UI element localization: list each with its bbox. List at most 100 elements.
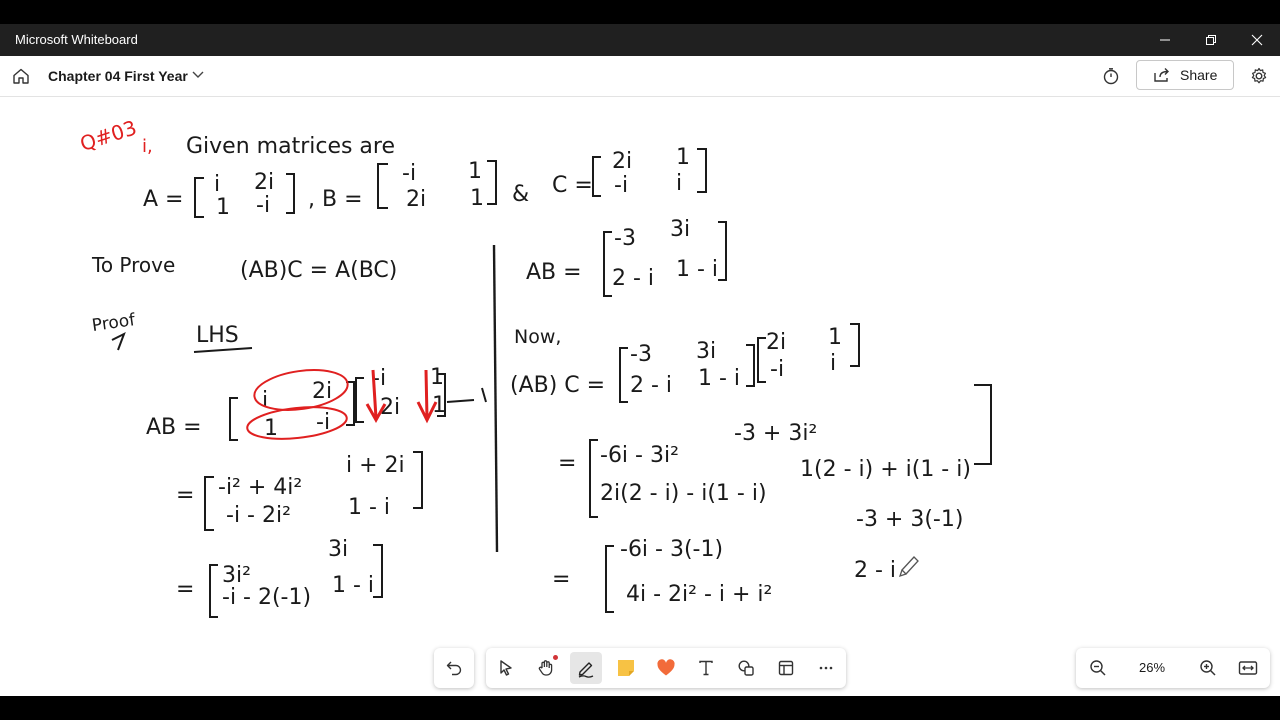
templates-icon bbox=[778, 660, 794, 676]
letterbox-bottom bbox=[0, 696, 1280, 720]
whiteboard-canvas[interactable]: Q#03 i, Given matrices are A = i 2i 1 -i… bbox=[0, 97, 1280, 696]
ink-eq-4: = bbox=[552, 567, 570, 592]
ink-step3-r2b: 1 - i bbox=[332, 573, 374, 598]
ink-abc-m2-r2b: i bbox=[830, 351, 836, 376]
ink-r3-r1a: -6i - 3(-1) bbox=[620, 537, 723, 562]
shapes-icon bbox=[738, 660, 754, 676]
zoom-level[interactable]: 26% bbox=[1134, 660, 1170, 675]
ink-ab2-r1b: 1 bbox=[430, 365, 444, 390]
ink-lhs-underline bbox=[193, 347, 253, 353]
ink-stray-marks bbox=[446, 387, 487, 403]
ink-r2-r2a: 2i(2 - i) - i(1 - i) bbox=[600, 481, 767, 506]
ink-r2-r1b: -3 + 3i² bbox=[734, 421, 817, 446]
sticky-note-tool[interactable] bbox=[610, 652, 642, 684]
ink-b11: -i bbox=[402, 161, 416, 186]
pen-tool[interactable] bbox=[570, 652, 602, 684]
ink-to-prove: To Prove bbox=[91, 253, 175, 277]
ink-step2-r2b: 1 - i bbox=[348, 495, 390, 520]
pen-cursor-icon bbox=[898, 556, 919, 578]
more-button[interactable] bbox=[810, 652, 842, 684]
ink-ab-r1a: i bbox=[262, 388, 268, 413]
ink-ab-label: AB = bbox=[146, 415, 202, 440]
ink-r3-r2a: 4i - 2i² - i + i² bbox=[626, 582, 772, 607]
ink-r3-r1b: -3 + 3(-1) bbox=[856, 507, 963, 532]
ink-r2-r1a: -6i - 3i² bbox=[600, 443, 679, 468]
reactions-tool[interactable] bbox=[650, 652, 682, 684]
ink-heading: Q#03 bbox=[77, 115, 140, 156]
ink-res-r2b: 1 - i bbox=[676, 257, 718, 282]
ink-a-label: A = bbox=[143, 187, 183, 212]
sticky-note-icon bbox=[618, 660, 634, 676]
reactions-icon bbox=[657, 659, 675, 676]
undo-icon bbox=[446, 661, 462, 676]
ink-c-label: C = bbox=[552, 173, 593, 198]
ink-c12: 1 bbox=[676, 145, 690, 170]
hand-tool-indicator bbox=[553, 655, 558, 660]
matrix-expansion2-bracket bbox=[605, 545, 614, 613]
ink-res-r1a: -3 bbox=[614, 226, 636, 251]
ink-r3-r2b: 2 - i bbox=[854, 558, 896, 583]
hand-icon bbox=[538, 660, 553, 676]
ink-abc-m1-r1b: 3i bbox=[696, 339, 716, 364]
zoom-toolbar: 26% bbox=[1076, 648, 1270, 688]
shapes-tool[interactable] bbox=[730, 652, 762, 684]
more-icon bbox=[819, 666, 833, 670]
zoom-in-button[interactable] bbox=[1192, 652, 1224, 684]
ink-lhs: LHS bbox=[196, 323, 239, 348]
ink-a22: -i bbox=[256, 193, 270, 218]
ink-b21: 2i bbox=[406, 187, 426, 212]
ink-abc-label: (AB) C = bbox=[510, 373, 605, 398]
select-tool[interactable] bbox=[490, 652, 522, 684]
pen-icon bbox=[578, 662, 594, 678]
ink-c22: i bbox=[676, 171, 682, 196]
ink-ab-r1b: 2i bbox=[312, 379, 332, 404]
fit-width-icon bbox=[1238, 661, 1258, 675]
ink-b-label: , B = bbox=[308, 187, 363, 212]
main-toolbar bbox=[486, 648, 846, 688]
ink-res-label: AB = bbox=[526, 260, 582, 285]
ink-abc-m1-r1a: -3 bbox=[630, 342, 652, 367]
text-tool[interactable] bbox=[690, 652, 722, 684]
ink-abc-m1-r2a: 2 - i bbox=[630, 373, 672, 398]
ink-c11: 2i bbox=[612, 149, 632, 174]
zoom-out-icon bbox=[1090, 660, 1106, 676]
ink-eq-2: = bbox=[176, 577, 194, 602]
ink-res-r1b: 3i bbox=[670, 217, 690, 242]
undo-button[interactable] bbox=[438, 652, 470, 684]
ink-proof-arrow bbox=[111, 331, 126, 351]
zoom-out-button[interactable] bbox=[1082, 652, 1114, 684]
ink-res-r2a: 2 - i bbox=[612, 266, 654, 291]
ink-abc-m2-r1b: 1 bbox=[828, 325, 842, 350]
ink-step2-r1b: i + 2i bbox=[346, 453, 405, 478]
ink-c21: -i bbox=[614, 173, 628, 198]
ink-a11: i bbox=[214, 172, 220, 197]
ink-eq-3: = bbox=[558, 451, 576, 476]
ink-now: Now, bbox=[514, 326, 561, 348]
ink-given: Given matrices are bbox=[186, 134, 395, 159]
ink-layer: Q#03 i, Given matrices are A = i 2i 1 -i… bbox=[77, 115, 992, 618]
ink-r2-r2b: 1(2 - i) + i(1 - i) bbox=[800, 457, 971, 482]
undo-toolbar bbox=[434, 648, 474, 688]
ink-step3-r2a: -i - 2(-1) bbox=[222, 585, 311, 610]
ink-abc-m2-r2a: -i bbox=[770, 357, 784, 382]
ink-proof: Proof bbox=[91, 310, 138, 336]
ink-divider bbox=[492, 244, 499, 553]
ink-equation: (AB)C = A(BC) bbox=[240, 258, 397, 283]
ink-part: i, bbox=[142, 136, 153, 157]
select-icon bbox=[500, 660, 512, 676]
ink-abc-m2-r1a: 2i bbox=[766, 330, 786, 355]
zoom-in-icon bbox=[1200, 660, 1216, 676]
ink-step3-r1b: 3i bbox=[328, 537, 348, 562]
matrix-a-brackets bbox=[194, 173, 295, 218]
ink-abc-m1-r2b: 1 - i bbox=[698, 366, 740, 391]
ink-and: & bbox=[512, 182, 529, 207]
ink-b12: 1 bbox=[468, 159, 482, 184]
ink-step2-r1a: -i² + 4i² bbox=[218, 475, 302, 500]
fit-width-button[interactable] bbox=[1232, 652, 1264, 684]
templates-tool[interactable] bbox=[770, 652, 802, 684]
ink-a21: 1 bbox=[216, 195, 230, 220]
ink-a12: 2i bbox=[254, 170, 274, 195]
ink-b22: 1 bbox=[470, 186, 484, 211]
ink-eq-1: = bbox=[176, 483, 194, 508]
text-icon bbox=[699, 660, 713, 676]
